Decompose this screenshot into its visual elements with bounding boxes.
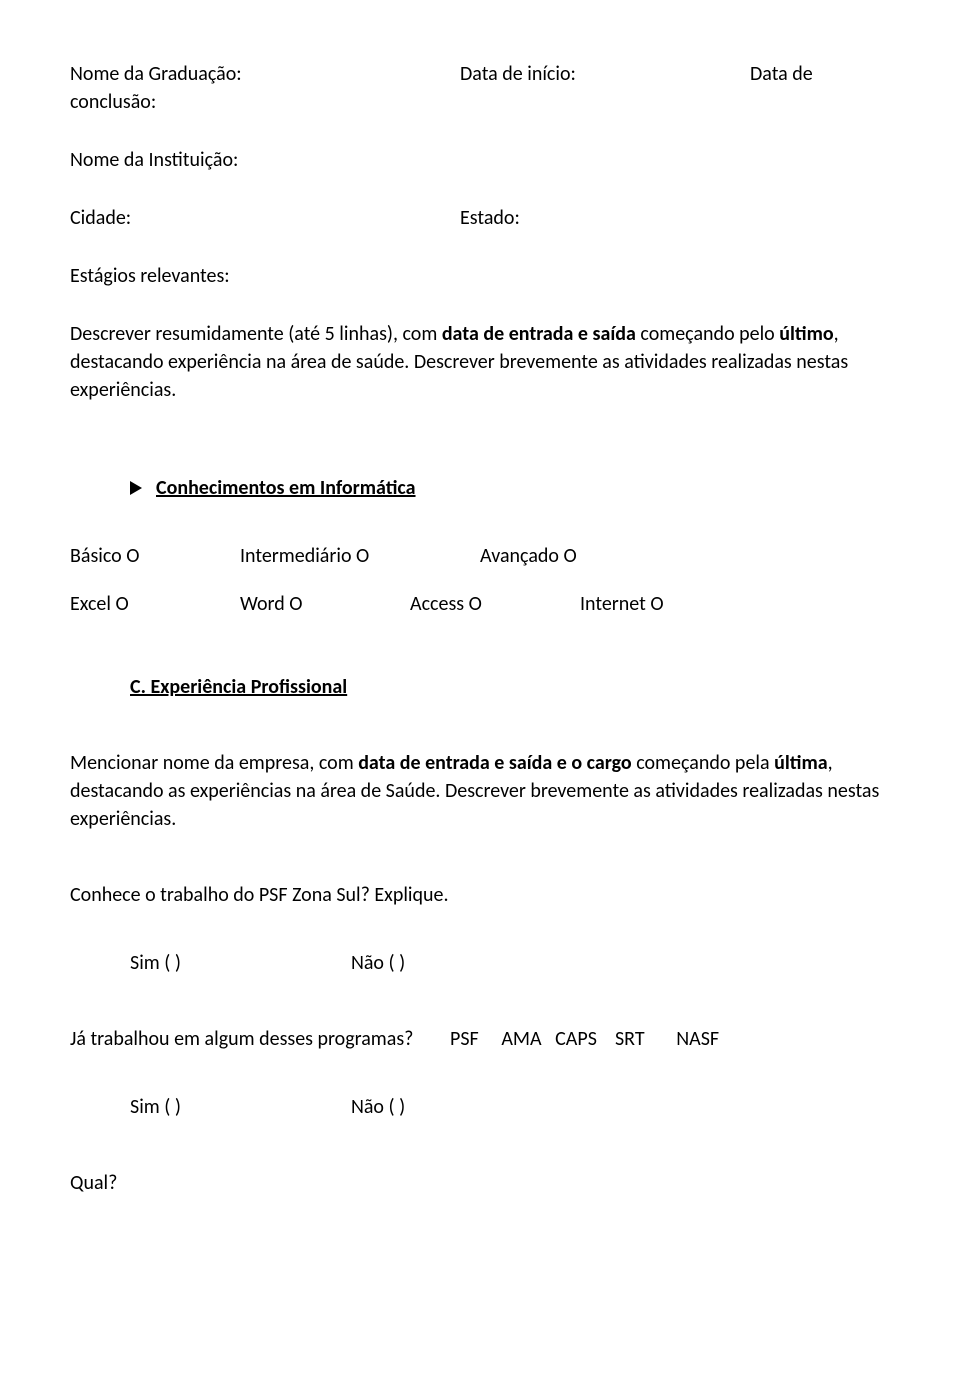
level-intermediate[interactable]: Intermediário O (240, 542, 420, 570)
section-experiencia: C. Experiência Profissional (70, 673, 890, 701)
inicio-label: Data de início: (460, 60, 750, 88)
resume-instructions: Descrever resumidamente (até 5 linhas), … (70, 320, 890, 404)
fim-label: Data de (750, 60, 813, 88)
app-word[interactable]: Word O (240, 590, 350, 618)
app-excel[interactable]: Excel O (70, 590, 180, 618)
prog-yesno-row: Sim ( ) Não ( ) (70, 1093, 890, 1121)
programas-row: Já trabalhou em algum desses programas? … (70, 1025, 890, 1053)
resume-pre: Descrever resumidamente (até 5 linhas), … (70, 322, 442, 346)
psf-question: Conhece o trabalho do PSF Zona Sul? Expl… (70, 881, 890, 909)
resume-bold-entrada: data de entrada e saída (442, 322, 636, 346)
apps-row: Excel O Word O Access O Internet O (70, 590, 890, 618)
psf-nao[interactable]: Não ( ) (351, 949, 405, 977)
exp-bold-ultima: última (774, 751, 828, 775)
inst-label: Nome da Instituição: (70, 146, 890, 174)
informatica-heading: Conhecimentos em Informática (156, 474, 416, 502)
level-row: Básico O Intermediário O Avançado O (70, 542, 890, 570)
app-access[interactable]: Access O (410, 590, 520, 618)
estado-label: Estado: (460, 204, 520, 232)
programas-options: PSF AMA CAPS SRT NASF (450, 1025, 719, 1053)
graduation-row: Nome da Graduação: Data de início: Data … (70, 60, 890, 88)
psf-sim[interactable]: Sim ( ) (130, 949, 181, 977)
experiencia-heading: C. Experiência Profissional (130, 675, 347, 699)
city-state-row: Cidade: Estado: (70, 204, 890, 232)
chevron-right-icon (130, 481, 142, 495)
resume-bold-ultimo: último (779, 322, 833, 346)
exp-bold-entrada: data de entrada e saída e o cargo (358, 751, 631, 775)
resume-mid: começando pelo (636, 322, 779, 346)
psf-yesno-row: Sim ( ) Não ( ) (70, 949, 890, 977)
estagios-label: Estágios relevantes: (70, 262, 890, 290)
exp-pre: Mencionar nome da empresa, com (70, 751, 358, 775)
prog-sim[interactable]: Sim ( ) (130, 1093, 181, 1121)
section-informatica: Conhecimentos em Informática (70, 474, 890, 502)
level-basic[interactable]: Básico O (70, 542, 180, 570)
qual-label: Qual? (70, 1169, 890, 1197)
experiencia-instructions: Mencionar nome da empresa, com data de e… (70, 749, 890, 833)
cidade-label: Cidade: (70, 204, 460, 232)
programas-label: Já trabalhou em algum desses programas? (70, 1025, 450, 1053)
exp-mid: começando pela (632, 751, 774, 775)
conclusao-label: conclusão: (70, 88, 890, 116)
level-advanced[interactable]: Avançado O (480, 542, 577, 570)
grad-label: Nome da Graduação: (70, 60, 460, 88)
app-internet[interactable]: Internet O (580, 590, 664, 618)
prog-nao[interactable]: Não ( ) (351, 1093, 405, 1121)
